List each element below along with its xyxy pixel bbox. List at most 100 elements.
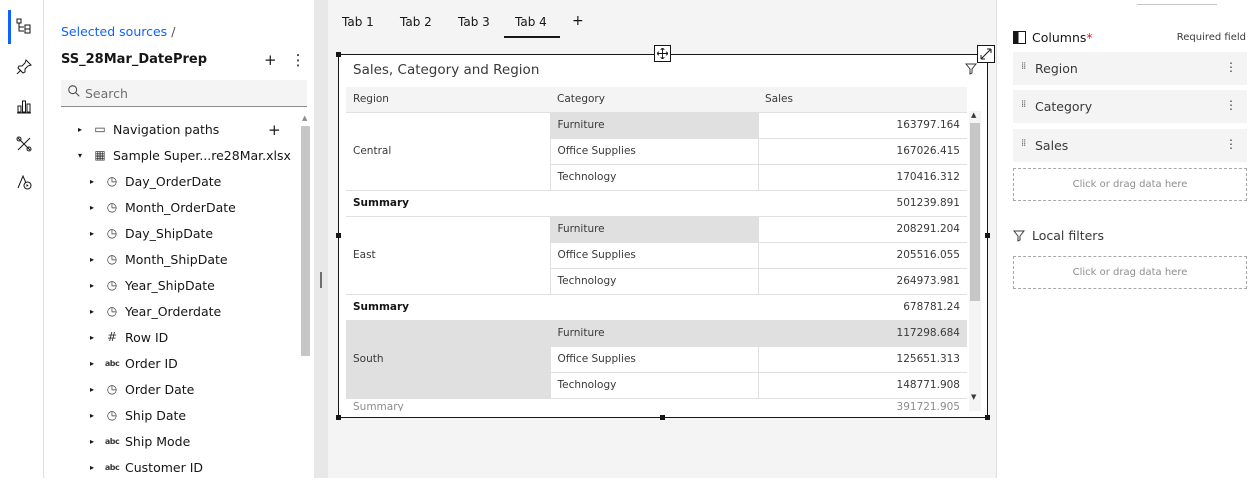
tree-scrollbar-thumb[interactable] [301,126,310,356]
tab-2[interactable]: Tab 2 [400,15,432,29]
tree-item[interactable]: ▸ # Row ID [90,324,168,350]
sales-cell[interactable]: 205516.055 [758,242,967,269]
selected-sources-icon[interactable] [12,14,36,38]
region-cell[interactable]: East [346,216,551,295]
column-header-region[interactable]: Region [346,87,550,113]
custom-widgets-icon[interactable] [12,132,36,156]
caret-right-icon[interactable]: ▸ [90,411,102,420]
caret-right-icon[interactable]: ▸ [90,255,102,264]
caret-right-icon[interactable]: ▸ [90,177,102,186]
tree-item[interactable]: ▸ ◷ Order Date [90,376,194,402]
drag-handle-icon[interactable]: ⁞⁞ [1021,61,1026,72]
panel-splitter[interactable] [314,0,328,478]
tab-1[interactable]: Tab 1 [342,15,374,29]
overflow-menu-icon[interactable]: ⋮ [1225,60,1237,74]
resize-handle-bottom-left[interactable] [336,415,341,420]
sales-cell[interactable]: 167026.415 [758,138,967,165]
tree-item[interactable]: ▸ ◷ Ship Date [90,402,186,428]
filter-icon[interactable] [965,63,977,75]
tree-item[interactable]: ▸ abc Customer ID [90,454,203,480]
column-slot-region[interactable]: ⁞⁞ Region ⋮ [1013,52,1247,85]
summary-label[interactable]: Summary [346,293,758,321]
resize-handle-left[interactable] [336,233,341,238]
tree-item[interactable]: ▸ ◷ Day_OrderDate [90,168,221,194]
category-cell[interactable]: Furniture [550,320,759,347]
tree-item[interactable]: ▸ ◷ Month_OrderDate [90,194,236,220]
category-cell[interactable]: Furniture [550,112,759,139]
overflow-menu-icon[interactable]: ⋮ [1225,137,1237,151]
navigation-path-icon[interactable] [12,170,36,194]
local-filters-header[interactable]: Local filters [1013,228,1104,243]
caret-right-icon[interactable]: ▸ [90,385,102,394]
sales-cell[interactable]: 264973.981 [758,268,967,295]
tree-item[interactable]: ▸ ▭ Navigation paths [78,116,219,142]
sales-cell[interactable]: 117298.684 [758,320,967,347]
summary-label[interactable]: Summary [346,189,758,217]
tab-3[interactable]: Tab 3 [458,15,490,29]
move-widget-handle[interactable] [654,45,671,62]
scroll-up-arrow-icon[interactable]: ▲ [302,114,307,122]
scroll-down-arrow-icon[interactable]: ▼ [971,393,976,401]
caret-right-icon[interactable]: ▸ [90,203,102,212]
expand-widget-button[interactable] [977,45,995,63]
caret-right-icon[interactable]: ▸ [90,359,102,368]
caret-right-icon[interactable]: ▸ [78,125,90,134]
category-cell[interactable]: Office Supplies [550,346,759,373]
caret-right-icon[interactable]: ▸ [90,437,102,446]
tree-item[interactable]: ▸ ◷ Year_ShipDate [90,272,215,298]
add-navigation-path-button[interactable]: + [268,121,281,139]
tree-item[interactable]: ▸ ◷ Day_ShipDate [90,220,213,246]
caret-right-icon[interactable]: ▸ [90,229,102,238]
sales-cell[interactable]: 125651.313 [758,346,967,373]
tree-item[interactable]: ▸ abc Order ID [90,350,178,376]
resize-handle-bottom[interactable] [660,415,665,420]
category-cell[interactable]: Furniture [550,216,759,243]
column-slot-category[interactable]: ⁞⁞ Category ⋮ [1013,90,1247,123]
crosstab-widget[interactable]: Sales, Category and Region Region Catego… [338,54,988,418]
tab-4[interactable]: Tab 4 [515,15,547,29]
overflow-menu-icon[interactable]: ⋮ [1225,98,1237,112]
add-tab-button[interactable]: + [572,13,584,29]
caret-right-icon[interactable]: ▸ [90,281,102,290]
sales-cell[interactable]: 170416.312 [758,164,967,191]
local-filters-dropzone[interactable]: Click or drag data here [1013,256,1247,289]
tree-item[interactable]: ▾ ▦ Sample Super...re28Mar.xlsx [78,142,291,168]
caret-right-icon[interactable]: ▸ [90,307,102,316]
scroll-up-arrow-icon[interactable]: ▲ [971,111,976,119]
visualizations-icon[interactable] [12,94,36,118]
tree-item[interactable]: ▸ abc Ship Mode [90,428,190,454]
region-cell[interactable]: South [346,320,551,399]
region-cell[interactable]: Central [346,112,551,191]
table-scrollbar-thumb[interactable] [970,123,980,301]
category-cell[interactable]: Technology [550,164,759,191]
caret-right-icon[interactable]: ▸ [90,463,102,472]
more-options-button[interactable]: ⋮ [291,51,306,69]
pin-icon[interactable] [12,55,36,79]
category-cell[interactable]: Office Supplies [550,138,759,165]
resize-handle-right[interactable] [985,233,990,238]
column-slot-sales[interactable]: ⁞⁞ Sales ⋮ [1013,129,1247,162]
breadcrumb-link-selected-sources[interactable]: Selected sources [61,24,167,39]
sales-cell[interactable]: 208291.204 [758,216,967,243]
caret-right-icon[interactable]: ▸ [90,333,102,342]
category-cell[interactable]: Office Supplies [550,242,759,269]
category-cell[interactable]: Technology [550,268,759,295]
caret-down-icon[interactable]: ▾ [78,151,90,160]
tree-item[interactable]: ▸ ◷ Year_Orderdate [90,298,221,324]
add-source-button[interactable]: + [264,51,277,69]
search-input[interactable]: Search [61,80,307,107]
resize-handle-top-left[interactable] [336,52,341,57]
sales-cell[interactable]: 163797.164 [758,112,967,139]
summary-value[interactable]: 501239.891 [758,189,967,217]
category-cell[interactable]: Technology [550,372,759,399]
sales-cell[interactable]: 148771.908 [758,372,967,399]
splitter-grip-icon[interactable] [320,272,322,288]
drag-handle-icon[interactable]: ⁞⁞ [1021,138,1026,149]
drag-handle-icon[interactable]: ⁞⁞ [1021,99,1026,110]
columns-dropzone[interactable]: Click or drag data here [1013,168,1247,201]
column-header-sales[interactable]: Sales [758,87,967,113]
resize-handle-bottom-right[interactable] [985,415,990,420]
tree-item[interactable]: ▸ ◷ Month_ShipDate [90,246,228,272]
summary-value[interactable]: 678781.24 [758,293,967,321]
column-header-category[interactable]: Category [550,87,758,113]
